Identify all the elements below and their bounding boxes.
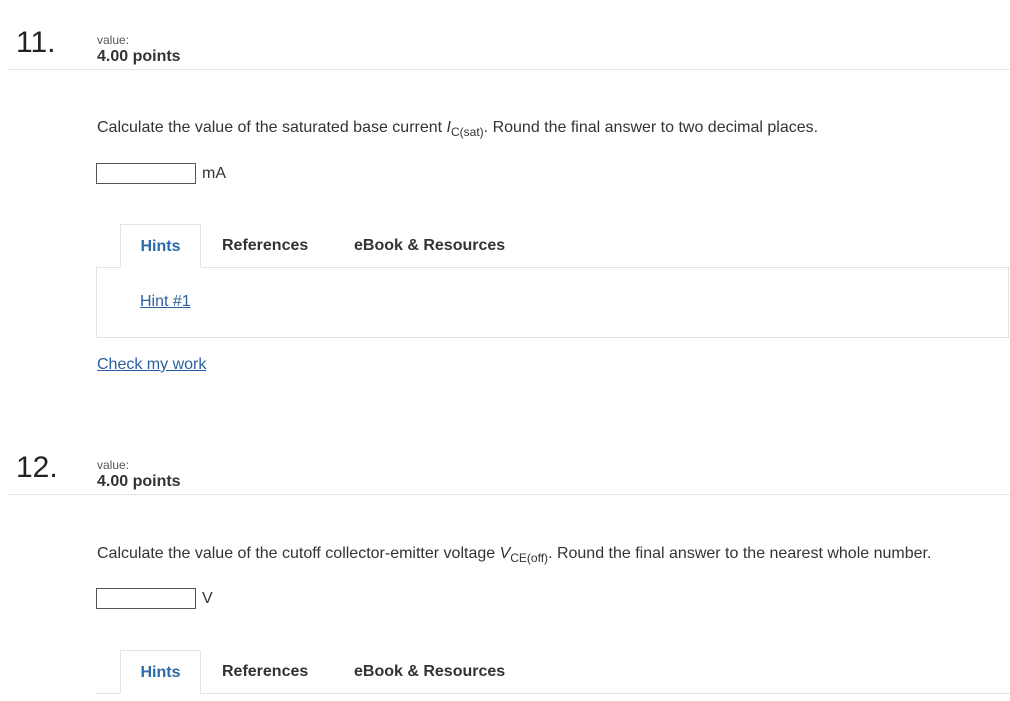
tab-hints[interactable]: Hints — [120, 224, 201, 268]
tab-hints[interactable]: Hints — [120, 650, 201, 694]
variable-symbol: IC(sat) — [447, 119, 484, 139]
prompt-text-pre: Calculate the value of the saturated bas… — [97, 119, 447, 136]
prompt-text-pre: Calculate the value of the cutoff collec… — [97, 545, 500, 562]
prompt-text-post: . Round the final answer to the nearest … — [548, 545, 932, 562]
tab-ebook-resources[interactable]: eBook & Resources — [354, 650, 505, 694]
value-points: 4.00 points — [97, 473, 181, 490]
check-my-work-link[interactable]: Check my work — [97, 356, 206, 374]
question-prompt: Calculate the value of the cutoff collec… — [97, 545, 931, 565]
answer-unit: mA — [202, 165, 226, 182]
question-number: 11. — [16, 26, 56, 59]
answer-input[interactable] — [96, 163, 196, 184]
value-label: value: — [97, 458, 130, 472]
tab-ebook-resources[interactable]: eBook & Resources — [354, 224, 505, 268]
value-label: value: — [97, 33, 130, 47]
value-points: 4.00 points — [97, 48, 181, 65]
tab-references[interactable]: References — [222, 650, 308, 694]
variable-subscript: C(sat) — [451, 125, 484, 139]
question-prompt: Calculate the value of the saturated bas… — [97, 119, 818, 139]
question-number: 12. — [16, 451, 58, 484]
tab-references[interactable]: References — [222, 224, 308, 268]
prompt-text-post: . Round the final answer to two decimal … — [483, 119, 819, 136]
divider — [8, 69, 1010, 70]
hint-link[interactable]: Hint #1 — [140, 293, 191, 311]
variable-main: V — [499, 545, 511, 562]
variable-symbol: VCE(off) — [499, 545, 549, 565]
hints-panel: Hint #1 — [96, 268, 1009, 338]
answer-unit: V — [202, 590, 213, 607]
answer-input[interactable] — [96, 588, 196, 609]
divider — [8, 494, 1010, 495]
variable-subscript: CE(off) — [510, 551, 549, 565]
